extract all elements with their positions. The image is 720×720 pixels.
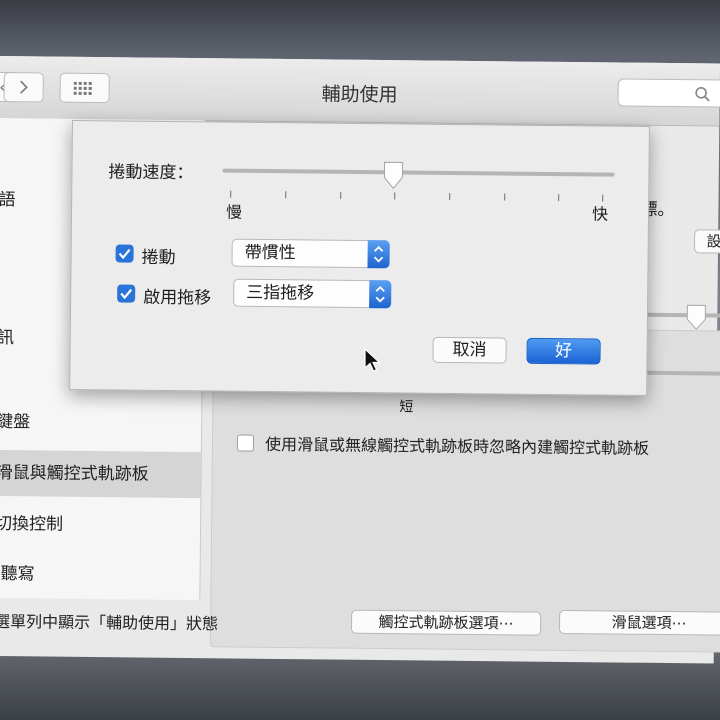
ok-button[interactable]: 好 [526,337,601,365]
ignore-builtin-label: 使用滑鼠或無線觸控式軌跡板時忽略內建觸控式軌跡板 [264,434,650,458]
scroll-speed-label: 捲動速度： [108,162,194,184]
scrolling-checkbox[interactable] [115,244,134,263]
cancel-button[interactable]: 取消 [432,336,507,364]
sidebar-item-label: 滑鼠與觸控式軌跡板 [0,462,149,485]
slider-tick [504,193,506,201]
slider-tick [394,192,396,200]
trackpad-options-sheet: 捲動速度： 慢 快 捲動 帶慣性 啟用拖移 三指拖移 取消 好 [69,120,650,397]
title-bar: ‹ 輔助使用 [0,56,720,127]
drag-popup-value: 三指拖移 [246,282,315,304]
sidebar-item-label: 聽寫 [0,564,35,585]
drag-checkbox[interactable] [117,284,136,303]
scroll-speed-slider-track[interactable] [222,168,615,177]
settings-button[interactable]: 設 [693,229,720,254]
ignore-builtin-checkbox[interactable] [236,434,255,452]
scrolling-popup-value: 帶慣性 [244,242,296,264]
scrolling-label: 捲動 [141,247,176,269]
popup-arrows-icon [367,240,390,269]
checkmark-icon [118,248,131,260]
search-field[interactable] [617,78,720,108]
sidebar-item-switch-control[interactable]: 切換控制 [0,504,200,546]
fast-label: 快 [591,204,609,224]
scrolling-popup[interactable]: 帶慣性 [231,238,390,269]
search-icon [695,87,710,102]
sidebar-item-keyboard[interactable]: 鍵盤 [0,402,201,444]
mouse-options-button[interactable]: 滑鼠選項⋯ [558,609,720,636]
sidebar-item-label: 訊 [0,327,15,349]
slider-tick [230,190,232,198]
sidebar-item-mouse-trackpad[interactable]: 滑鼠與觸控式軌跡板 [0,449,201,499]
slider-tick [449,192,451,200]
slider-tick [340,191,342,199]
popup-arrows-icon [369,280,392,309]
short-label: 短 [399,399,414,416]
window-title: 輔助使用 [321,83,398,107]
scroll-speed-slider-thumb[interactable] [382,160,404,190]
drag-popup[interactable]: 三指拖移 [233,278,392,309]
drag-label: 啟用拖移 [143,287,212,309]
menu-bar-status-label: 選單列中顯示「輔助使用」狀態 [0,611,219,634]
delay-slider-track[interactable] [647,312,720,318]
pointer-cursor-icon [364,348,382,372]
trackpad-options-button[interactable]: 觸控式軌跡板選項⋯ [350,609,542,636]
sidebar-item-label: 切換控制 [0,513,64,535]
sidebar-item-label: 語 [0,189,16,211]
checkmark-icon [120,288,133,300]
sidebar-item-label: 鍵盤 [0,411,31,433]
slow-label: 慢 [225,202,243,222]
sidebar-item-dictation[interactable]: 聽寫 [0,554,206,596]
slider-tick [285,191,287,199]
ignore-builtin-row[interactable]: 使用滑鼠或無線觸控式軌跡板時忽略內建觸控式軌跡板 [236,431,650,459]
delay-slider-thumb[interactable] [685,303,707,331]
slider-tick [558,194,560,202]
